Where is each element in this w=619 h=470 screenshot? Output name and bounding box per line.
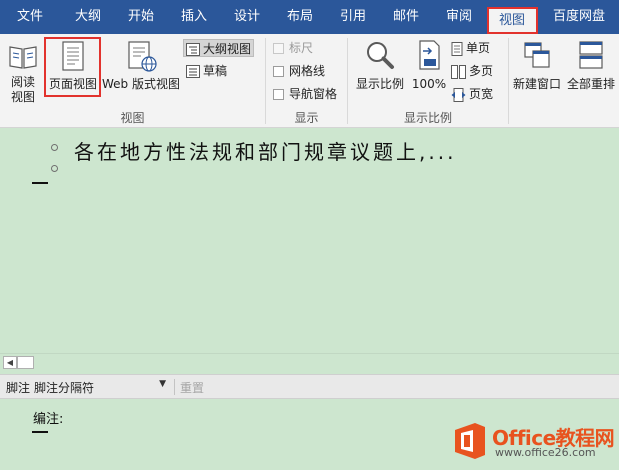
- toolbar-divider: [174, 379, 175, 395]
- tab-review[interactable]: 审阅: [441, 0, 477, 34]
- new-window-button[interactable]: 新建窗口: [510, 39, 564, 92]
- multi-page-button[interactable]: 多页: [451, 62, 493, 80]
- ruler-checkbox-box: [273, 43, 284, 54]
- read-mode-label: 阅读 视图: [10, 75, 35, 104]
- zoom-100-icon: [419, 40, 440, 70]
- web-layout-button[interactable]: Web 版式视图: [101, 41, 181, 92]
- new-window-icon: [524, 42, 550, 68]
- gridlines-checkbox[interactable]: 网格线: [273, 62, 325, 80]
- arrange-all-icon: [579, 41, 603, 69]
- zoom-100-button[interactable]: 100%: [410, 39, 448, 92]
- zoom-group-label: 显示比例: [403, 111, 452, 125]
- footnote-label: 脚注: [6, 381, 31, 395]
- outline-view-button[interactable]: 大纲视图: [183, 39, 255, 57]
- highlight-box-print-layout: [44, 37, 101, 97]
- ribbon-view: 阅读 视图 页面视图 Web 版式视图 大纲视图 草稿 视图 标尺 网格线 导航…: [0, 34, 619, 128]
- web-layout-label: Web 版式视图: [102, 77, 180, 91]
- footnote-dropdown-value: 脚注分隔符: [34, 381, 95, 395]
- tab-references[interactable]: 引用: [335, 0, 371, 34]
- multi-page-icon: [451, 64, 466, 79]
- tab-insert[interactable]: 插入: [176, 0, 212, 34]
- gridlines-label: 网格线: [289, 64, 326, 78]
- footnote-toolbar: 脚注 脚注分隔符 ▼ 重置: [0, 374, 619, 399]
- tab-outline[interactable]: 大纲: [70, 0, 106, 34]
- one-page-label: 单页: [466, 41, 491, 55]
- tab-file[interactable]: 文件: [12, 0, 48, 34]
- scroll-left-arrow-icon[interactable]: ◀: [3, 356, 17, 369]
- group-divider: [508, 38, 509, 124]
- zoom-button[interactable]: 显示比例: [352, 39, 408, 92]
- draft-view-button[interactable]: 草稿: [186, 62, 227, 80]
- outline-view-label: 大纲视图: [203, 42, 252, 56]
- draft-icon: [186, 65, 200, 78]
- chevron-down-icon: ▼: [159, 379, 166, 389]
- page-width-icon: [451, 87, 466, 102]
- outline-item-text[interactable]: 各在地方性法规和部门规章议题上,...: [74, 136, 456, 165]
- magnifier-icon: [367, 42, 394, 69]
- views-group-label: 视图: [120, 111, 145, 125]
- watermark-url: www.office26.com: [495, 446, 596, 459]
- show-group-label: 显示: [294, 111, 319, 125]
- page-width-label: 页宽: [469, 87, 494, 101]
- horizontal-scrollbar[interactable]: ◀: [0, 353, 619, 370]
- outline-bullet-icon[interactable]: [51, 165, 58, 172]
- end-of-document-marker: [32, 182, 48, 184]
- draft-view-label: 草稿: [203, 64, 228, 78]
- new-window-label: 新建窗口: [512, 77, 561, 91]
- multi-page-label: 多页: [469, 64, 494, 78]
- document-area[interactable]: 各在地方性法规和部门规章议题上,...: [0, 129, 619, 353]
- gridlines-checkbox-box: [273, 66, 284, 77]
- zoom-label: 显示比例: [355, 77, 404, 91]
- arrange-all-label: 全部重排: [566, 77, 615, 91]
- ruler-checkbox[interactable]: 标尺: [273, 39, 313, 57]
- tab-baidu-netdisk[interactable]: 百度网盘: [549, 0, 609, 34]
- tab-design[interactable]: 设计: [229, 0, 265, 34]
- nav-pane-checkbox-box: [273, 89, 284, 100]
- highlight-box-view-tab: [487, 7, 538, 34]
- scroll-thumb[interactable]: [17, 356, 34, 369]
- outline-bullet-icon[interactable]: [51, 144, 58, 151]
- tab-mailings[interactable]: 邮件: [388, 0, 424, 34]
- office-logo-icon: [455, 423, 485, 459]
- book-icon: [9, 46, 37, 69]
- one-page-button[interactable]: 单页: [451, 39, 490, 57]
- footnote-separator-dropdown[interactable]: 脚注分隔符 ▼: [34, 379, 170, 395]
- web-page-icon: [128, 41, 157, 72]
- page-width-button[interactable]: 页宽: [451, 85, 493, 103]
- tab-home[interactable]: 开始: [123, 0, 159, 34]
- text-cursor-marker: [32, 431, 48, 433]
- one-page-icon: [451, 41, 463, 56]
- arrange-all-button[interactable]: 全部重排: [565, 39, 617, 92]
- ruler-label: 标尺: [289, 41, 314, 55]
- read-mode-button[interactable]: 阅读 视图: [4, 41, 42, 105]
- nav-pane-checkbox[interactable]: 导航窗格: [273, 85, 337, 103]
- nav-pane-label: 导航窗格: [289, 87, 338, 101]
- footnote-text[interactable]: 编注:: [33, 408, 63, 427]
- tab-layout[interactable]: 布局: [282, 0, 318, 34]
- reset-button[interactable]: 重置: [180, 379, 204, 396]
- outline-icon: [186, 43, 200, 56]
- zoom-100-label: 100%: [411, 77, 447, 91]
